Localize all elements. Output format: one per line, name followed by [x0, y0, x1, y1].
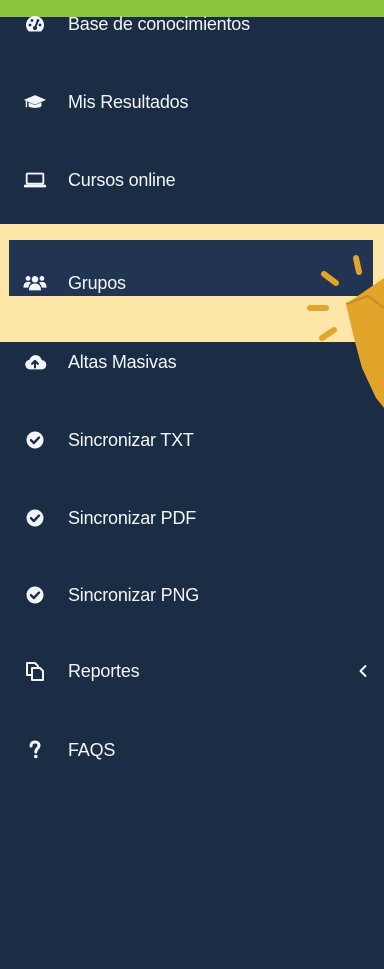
sidebar-item-reportes[interactable]: Reportes	[0, 646, 384, 696]
check-circle-icon	[23, 506, 47, 530]
sidebar-item-sincronizar-png[interactable]: Sincronizar PNG	[0, 570, 384, 620]
dashboard-gauge-icon	[23, 12, 47, 36]
sidebar-item-label: Sincronizar PNG	[68, 584, 200, 605]
sidebar-item-altas-masivas[interactable]: Altas Masivas	[0, 337, 384, 387]
users-group-icon	[23, 271, 47, 295]
sidebar-item-label: Mis Resultados	[68, 91, 189, 112]
sidebar-item-mis-resultados[interactable]: Mis Resultados	[0, 77, 384, 127]
check-circle-icon	[23, 428, 47, 452]
sidebar-item-cursos-online[interactable]: Cursos online	[0, 155, 384, 205]
sidebar-item-label: Sincronizar PDF	[68, 507, 197, 528]
sidebar-item-faqs[interactable]: FAQS	[0, 725, 384, 775]
sidebar-item-base-de-conocimientos[interactable]: Base de conocimientos	[0, 0, 384, 48]
sidebar-item-label: Reportes	[68, 660, 140, 681]
sidebar-item-label: Grupos	[68, 272, 126, 293]
sidebar-screenshot: Base de conocimientos Mis Resultados Cur…	[0, 0, 384, 969]
sidebar-item-label: FAQS	[68, 739, 116, 760]
cloud-upload-icon	[23, 350, 47, 374]
sidebar-item-label: Sincronizar TXT	[68, 429, 194, 450]
graduation-cap-icon	[23, 90, 47, 114]
sidebar-item-sincronizar-txt[interactable]: Sincronizar TXT	[0, 415, 384, 465]
sidebar-item-sincronizar-pdf[interactable]: Sincronizar PDF	[0, 493, 384, 543]
question-mark-icon	[23, 738, 47, 762]
copy-documents-icon	[23, 659, 47, 683]
sidebar-item-label: Cursos online	[68, 169, 176, 190]
laptop-icon	[23, 168, 47, 192]
check-circle-icon	[23, 583, 47, 607]
chevron-left-icon[interactable]	[356, 664, 370, 678]
sidebar-item-label: Base de conocimientos	[68, 14, 250, 34]
sidebar-item-label: Altas Masivas	[68, 351, 177, 372]
sidebar-item-grupos[interactable]: Grupos	[0, 258, 384, 308]
